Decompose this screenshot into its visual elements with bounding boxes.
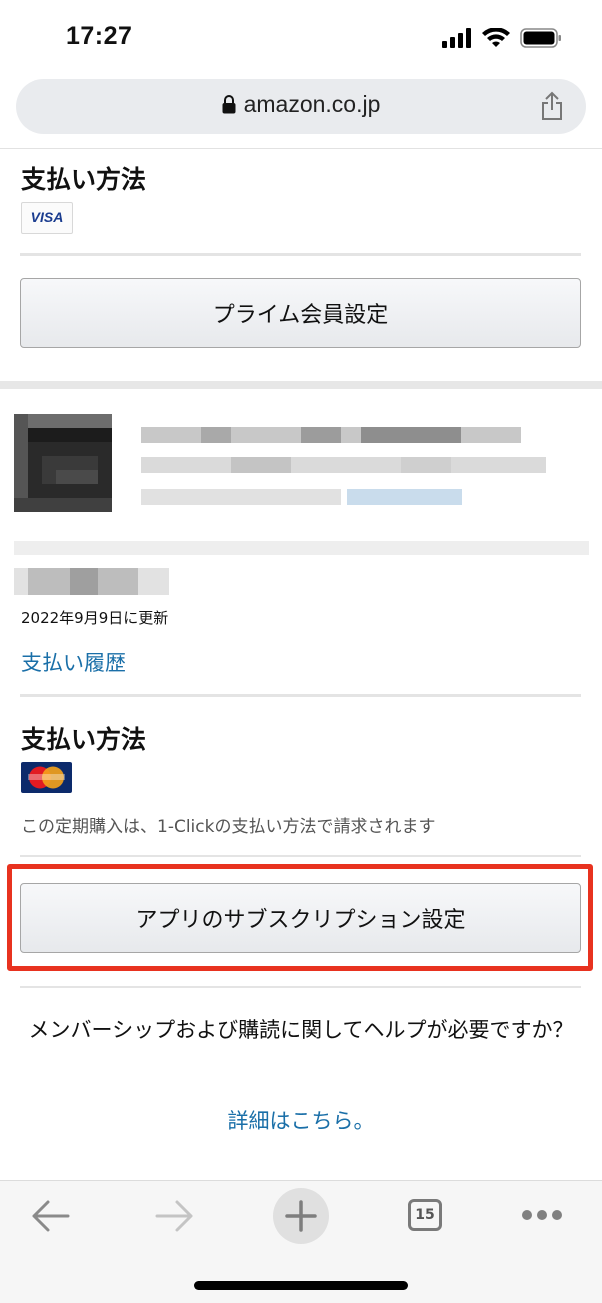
section-separator — [0, 381, 602, 389]
redacted-price — [14, 568, 169, 595]
status-time: 17:27 — [66, 22, 133, 50]
renewal-date: 2022年9月9日に更新 — [21, 609, 169, 627]
payment-method-heading: 支払い方法 — [21, 165, 147, 194]
product-title-redacted — [141, 427, 546, 511]
url-text: amazon.co.jp — [243, 91, 381, 117]
new-tab-button[interactable] — [273, 1188, 329, 1244]
payment-note: この定期購入は、1-Clickの支払い方法で請求されます — [21, 817, 436, 837]
details-link[interactable]: 詳細はこちら。 — [0, 1105, 602, 1135]
divider — [20, 694, 581, 697]
url-display[interactable]: amazon.co.jp — [16, 91, 586, 118]
payment-history-link[interactable]: 支払い履歴 — [21, 647, 126, 677]
lock-icon — [222, 95, 236, 114]
redacted-line — [14, 541, 589, 555]
signal-icon — [442, 28, 471, 48]
share-icon[interactable] — [540, 91, 564, 121]
more-dots-icon[interactable] — [521, 1209, 563, 1221]
visa-card-label: VISA — [30, 209, 64, 225]
product-thumbnail[interactable] — [14, 414, 112, 512]
back-arrow-icon[interactable] — [30, 1199, 70, 1233]
wifi-icon — [482, 28, 510, 47]
help-question: メンバーシップおよび購読に関してヘルプが必要ですか？ — [28, 1018, 574, 1042]
app-subscription-settings-button[interactable]: アプリのサブスクリプション設定 — [20, 883, 581, 953]
tab-count-icon[interactable]: 15 — [408, 1199, 442, 1231]
mastercard-logo — [28, 766, 65, 789]
home-indicator — [194, 1281, 408, 1290]
new-tab-plus-icon — [285, 1200, 317, 1232]
status-bar: 17:27 — [0, 0, 602, 78]
divider — [20, 855, 581, 857]
mastercard-icon — [21, 762, 72, 793]
subscription-payment-heading: 支払い方法 — [21, 725, 147, 754]
visa-card-icon: VISA — [21, 202, 73, 234]
header-divider — [0, 148, 602, 149]
status-icons — [442, 28, 562, 48]
battery-icon — [520, 28, 561, 48]
prime-settings-button[interactable]: プライム会員設定 — [20, 278, 581, 348]
divider — [20, 253, 581, 256]
address-bar[interactable]: amazon.co.jp — [16, 79, 586, 134]
forward-arrow-icon[interactable] — [155, 1199, 195, 1233]
tab-count: 15 — [415, 1207, 435, 1223]
divider — [20, 986, 581, 988]
